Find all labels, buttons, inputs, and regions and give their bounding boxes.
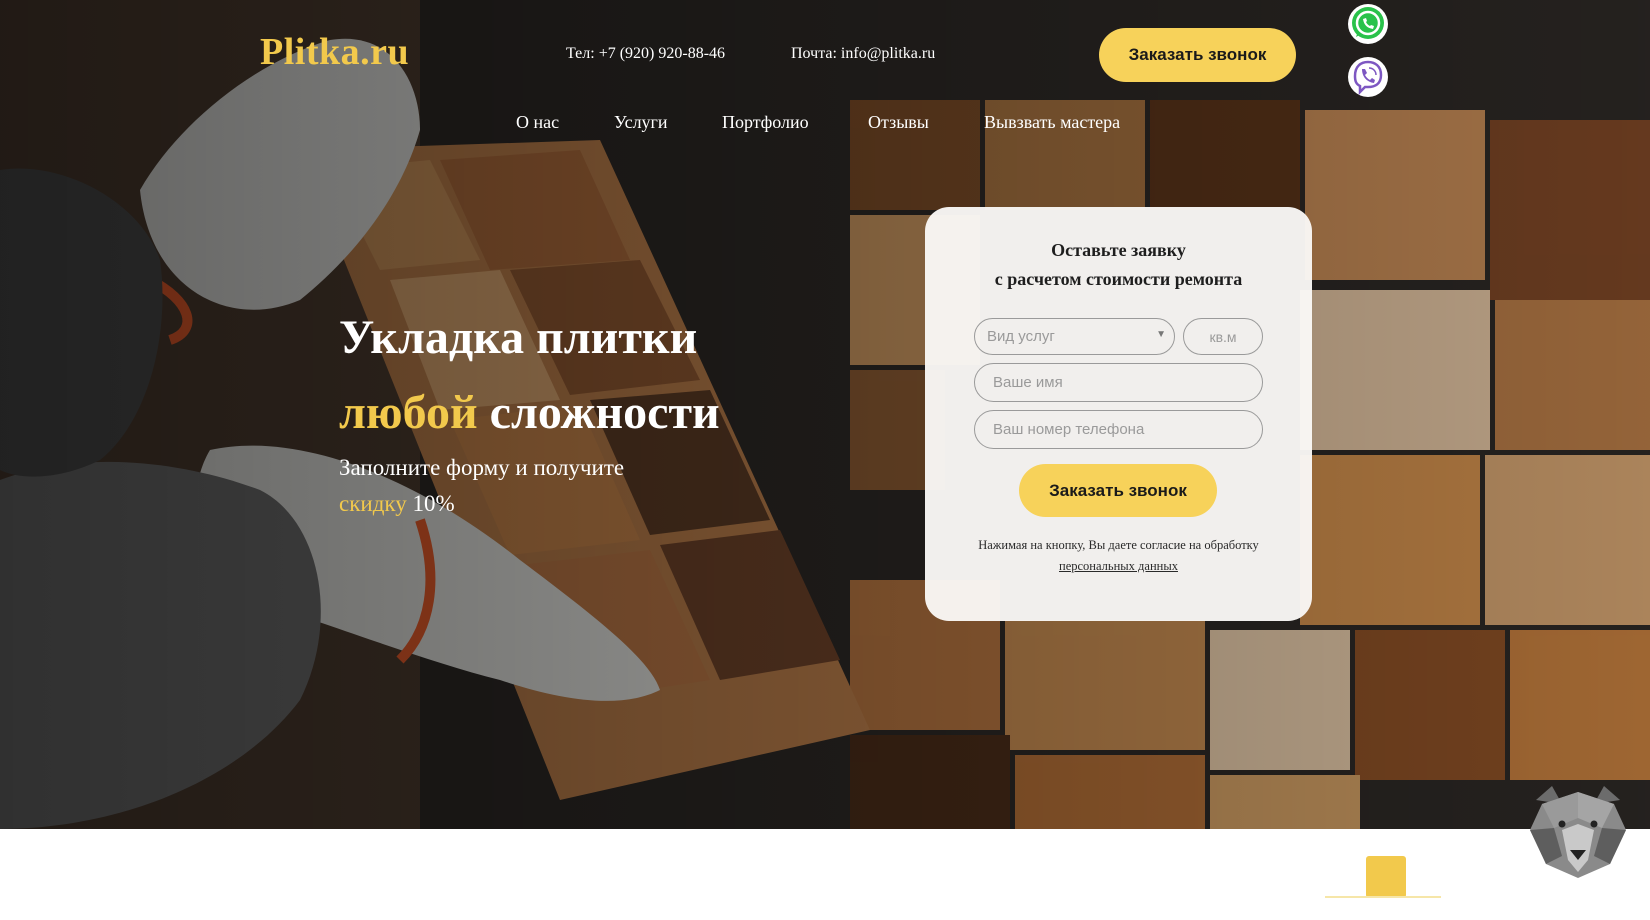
hero-subtitle-accent: скидку — [339, 491, 407, 516]
header-email[interactable]: Почта: info@plitka.ru — [791, 45, 935, 63]
form-submit-button[interactable]: Заказать звонок — [1019, 464, 1217, 517]
whatsapp-icon[interactable] — [1347, 3, 1389, 45]
site-logo[interactable]: Plitka.ru — [260, 30, 409, 74]
hero-subtitle-line1: Заполните форму и получите — [339, 455, 625, 480]
hero-title-accent: любой — [339, 386, 478, 439]
bear-avatar-icon[interactable] — [1522, 778, 1634, 882]
nav-item-about[interactable]: О нас — [516, 112, 559, 133]
consent-label: Нажимая на кнопку, Вы даете согласие на … — [978, 538, 1259, 552]
form-title-line1: Оставьте заявку — [1051, 240, 1186, 260]
hero-title-line1: Укладка плитки — [339, 311, 698, 364]
hero-title-rest: сложности — [489, 386, 720, 439]
divider — [1325, 896, 1441, 898]
chevron-down-icon: ▼ — [1156, 329, 1166, 340]
viber-icon[interactable] — [1347, 56, 1389, 98]
form-title-line2: с расчетом стоимости ремонта — [994, 269, 1243, 289]
consent-text: Нажимая на кнопку, Вы даете согласие на … — [965, 535, 1272, 577]
request-form: Оставьте заявку с расчетом стоимости рем… — [925, 207, 1312, 621]
hero-subtitle-line2: скидку 10% — [339, 491, 455, 517]
name-input[interactable]: Ваше имя — [974, 363, 1263, 402]
service-select-value: Вид услуг — [987, 328, 1055, 345]
hero-subtitle-rest: 10% — [412, 491, 455, 516]
scroll-top-button[interactable] — [1366, 856, 1406, 898]
hero-title-line2: любой сложности — [339, 385, 720, 440]
nav-item-reviews[interactable]: Отзывы — [868, 112, 929, 133]
sqm-input[interactable]: кв.м — [1183, 318, 1263, 355]
hero-section: Plitka.ru Тел: +7 (920) 920-88-46 Почта:… — [0, 0, 1650, 829]
nav-item-portfolio[interactable]: Портфолио — [722, 112, 809, 133]
header-phone[interactable]: Тел: +7 (920) 920-88-46 — [566, 45, 725, 63]
header-callback-button[interactable]: Заказать звонок — [1099, 28, 1296, 82]
privacy-link[interactable]: персональных данных — [1059, 559, 1178, 573]
main-nav: О нас Услуги Портфолио Отзывы Вывзвать м… — [0, 112, 1650, 142]
nav-item-call-master[interactable]: Вывзвать мастера — [984, 112, 1120, 133]
nav-item-services[interactable]: Услуги — [614, 112, 668, 133]
phone-input[interactable]: Ваш номер телефона — [974, 410, 1263, 449]
service-select[interactable]: Вид услуг ▼ — [974, 318, 1175, 355]
